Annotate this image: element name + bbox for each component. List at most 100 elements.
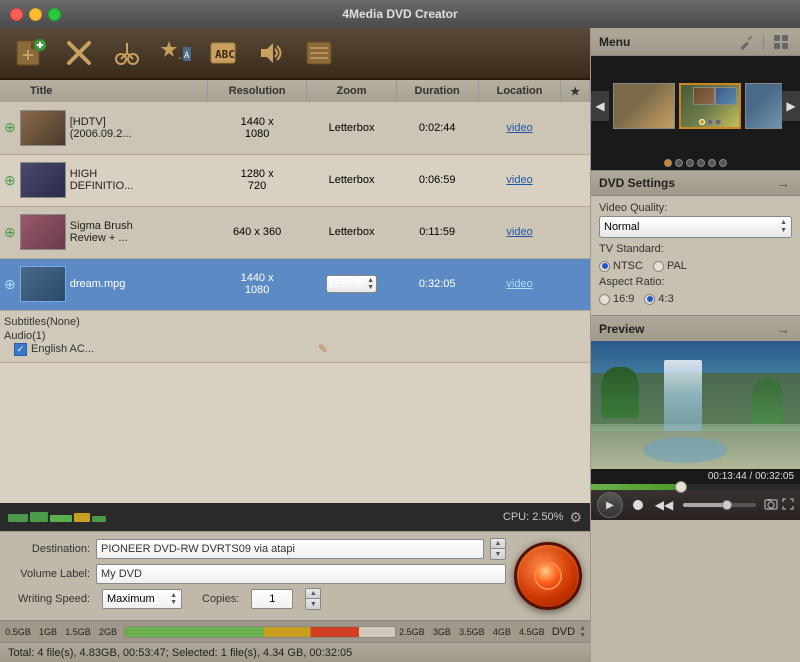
aspect-4-3-radio[interactable]: 4:3 (644, 293, 673, 305)
effect-button[interactable]: - A (156, 34, 194, 72)
pal-radio[interactable]: PAL (653, 260, 687, 272)
dvd-up[interactable]: ▲ (579, 625, 586, 632)
speed-up-arrow[interactable]: ▲ (170, 592, 177, 599)
maximize-button[interactable] (48, 8, 61, 21)
file-name-2: HIGH (70, 168, 134, 180)
row-add-icon-3[interactable]: ⊕ (4, 224, 16, 241)
dvd-settings-title: DVD Settings (599, 176, 774, 190)
copies-spin-down[interactable]: ▼ (306, 599, 320, 609)
list-view-button[interactable] (300, 34, 338, 72)
dvd-settings-expand-arrow[interactable]: → (774, 174, 792, 192)
cut-button[interactable] (108, 34, 146, 72)
rewind-button[interactable]: ◀◀ (653, 494, 675, 516)
zoom-down-arrow[interactable]: ▼ (367, 284, 374, 291)
menu-dot-4[interactable] (697, 159, 705, 167)
zoom-dropdown-4[interactable]: Letterb ▲ ▼ (326, 275, 377, 293)
aspect-ratio-radios: 16:9 4:3 (599, 293, 792, 305)
volume-icon (257, 39, 285, 67)
menu-dot-1[interactable] (664, 159, 672, 167)
zoom-up-arrow[interactable]: ▲ (367, 277, 374, 284)
settings-icon[interactable]: ⚙ (569, 509, 582, 526)
quality-up[interactable]: ▲ (780, 219, 787, 227)
dvd-settings-body: Video Quality: Normal ▲ ▼ TV Standard: N… (591, 196, 800, 315)
left-panel: - A ABC (0, 28, 590, 662)
ntsc-radio[interactable]: NTSC (599, 260, 643, 272)
pal-label: PAL (667, 260, 687, 272)
capacity-marker (357, 627, 359, 637)
zoom-spinner-4: ▲ ▼ (367, 277, 374, 291)
file-name-1b: (2006.09.2... (70, 128, 132, 140)
dvd-format-label: DVD (552, 626, 575, 638)
preview-progress-bar[interactable] (591, 484, 800, 490)
edit-audio-icon[interactable]: ✎ (318, 342, 328, 356)
preview-video (591, 341, 800, 469)
screenshot-icon[interactable] (764, 498, 778, 513)
menu-prev-button[interactable]: ◀ (591, 91, 609, 121)
video-link-1[interactable]: video (506, 122, 532, 134)
add-file-button[interactable] (12, 34, 50, 72)
speed-down-arrow[interactable]: ▼ (170, 599, 177, 606)
cap-1gb: 1GB (34, 627, 62, 637)
stop-button[interactable] (627, 494, 649, 516)
ntsc-radio-circle (599, 261, 610, 272)
menu-thumb-1[interactable] (613, 83, 675, 129)
dest-spin-up[interactable]: ▲ (491, 539, 505, 549)
fullscreen-icon[interactable] (782, 498, 794, 513)
play-button[interactable]: ▶ (597, 492, 623, 518)
minimize-button[interactable] (29, 8, 42, 21)
menu-grid-icon[interactable] (770, 31, 792, 53)
video-quality-label: Video Quality: (599, 202, 792, 214)
text-button[interactable]: ABC (204, 34, 242, 72)
table-row[interactable]: ⊕ [HDTV] (2006.09.2... 1440 x1080 Letter… (0, 102, 590, 154)
audio-checkbox[interactable]: ✓ (14, 343, 27, 356)
file-name-3: Sigma Brush (70, 220, 133, 232)
menu-settings-icon[interactable] (735, 31, 757, 53)
cell-res-1: 1440 x1080 (207, 102, 306, 154)
burn-button[interactable] (514, 542, 582, 610)
dvd-down[interactable]: ▼ (579, 632, 586, 639)
menu-dot-2[interactable] (675, 159, 683, 167)
toolbar: - A ABC (0, 28, 590, 80)
table-row[interactable]: ⊕ HIGH DEFINITIO... 1280 x720 Letterbox … (0, 154, 590, 206)
volume-slider[interactable] (683, 503, 756, 507)
preview-progress-thumb[interactable] (675, 481, 687, 493)
preview-expand-arrow[interactable]: → (774, 320, 792, 338)
video-quality-select[interactable]: Normal ▲ ▼ (599, 216, 792, 238)
menu-dot-5[interactable] (708, 159, 716, 167)
cap-1-5gb: 1.5GB (64, 627, 92, 637)
close-button[interactable] (10, 8, 23, 21)
menu-thumb-3[interactable] (745, 83, 782, 129)
menu-dot-3[interactable] (686, 159, 694, 167)
menu-next-button[interactable]: ▶ (782, 91, 800, 121)
remove-button[interactable] (60, 34, 98, 72)
table-row-selected[interactable]: ⊕ dream.mpg 1440 x1080 Lette (0, 258, 590, 310)
write-speed-value: Maximum (107, 593, 155, 605)
menu-thumb-2[interactable] (679, 83, 741, 129)
video-link-3[interactable]: video (506, 226, 532, 238)
destination-input[interactable] (96, 539, 484, 559)
thumb-4 (20, 266, 66, 302)
menu-title: Menu (599, 35, 729, 49)
table-row[interactable]: ⊕ Sigma Brush Review + ... 640 x 360 Let… (0, 206, 590, 258)
volume-label-input[interactable] (96, 564, 506, 584)
row-add-icon-2[interactable]: ⊕ (4, 172, 16, 189)
video-link-4[interactable]: video (506, 278, 532, 290)
cell-res-3: 640 x 360 (207, 206, 306, 258)
copies-input[interactable] (251, 589, 293, 609)
row-add-icon-4[interactable]: ⊕ (4, 276, 16, 293)
write-speed-select[interactable]: Maximum ▲ ▼ (102, 589, 182, 609)
copies-spin-up[interactable]: ▲ (306, 589, 320, 599)
aspect-16-9-radio[interactable]: 16:9 (599, 293, 634, 305)
row-add-icon-1[interactable]: ⊕ (4, 119, 16, 136)
dest-spin-down[interactable]: ▼ (491, 549, 505, 559)
thumb-2 (20, 162, 66, 198)
video-link-2[interactable]: video (506, 174, 532, 186)
destination-spinner: ▲ ▼ (490, 538, 506, 560)
destination-label: Destination: (8, 543, 90, 555)
volume-button[interactable] (252, 34, 290, 72)
menu-dot-6[interactable] (719, 159, 727, 167)
main-container: - A ABC (0, 28, 800, 662)
quality-down[interactable]: ▼ (780, 227, 787, 235)
capacity-bar-container: 0.5GB 1GB 1.5GB 2GB 2.5GB 3GB 3.5GB 4GB … (0, 620, 590, 642)
volume-thumb[interactable] (722, 500, 732, 510)
